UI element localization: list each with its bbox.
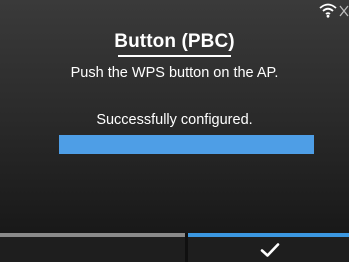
title-underline <box>118 55 231 57</box>
wifi-icon <box>319 3 337 18</box>
wps-pbc-screen: Button (PBC) Push the WPS button on the … <box>0 0 349 262</box>
status-message: Successfully configured. <box>96 112 253 128</box>
softkey-bar <box>0 233 349 262</box>
softkey-left[interactable] <box>0 233 185 262</box>
confirm-softkey[interactable] <box>188 233 349 262</box>
page-title: Button (PBC) <box>114 31 235 52</box>
check-icon <box>260 243 280 257</box>
status-icons <box>307 2 349 20</box>
progress-bar <box>59 135 314 154</box>
signal-icon <box>339 5 349 17</box>
progress-fill <box>59 135 314 154</box>
instruction-text: Push the WPS button on the AP. <box>70 65 279 81</box>
